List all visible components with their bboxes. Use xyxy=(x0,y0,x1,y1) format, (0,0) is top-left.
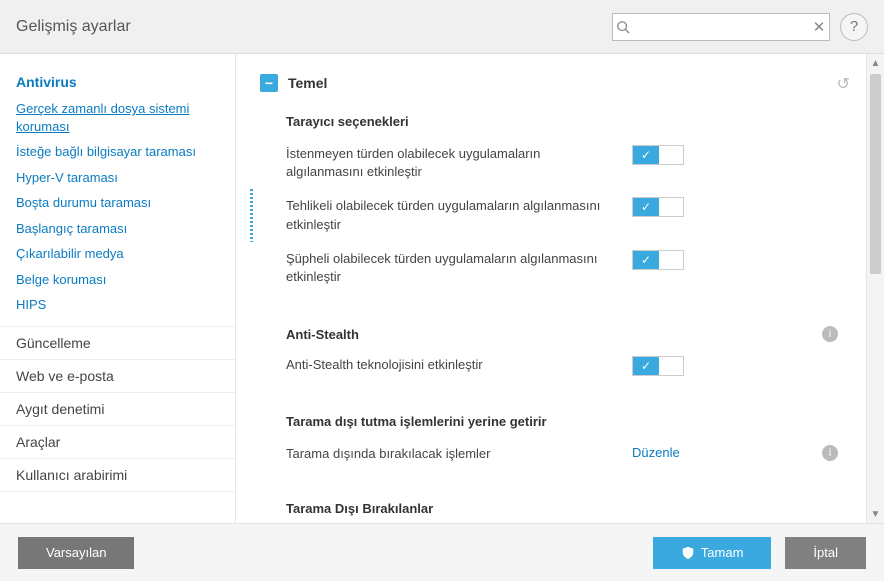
sidebar-item-ondemand[interactable]: İsteğe bağlı bilgisayar taraması xyxy=(0,139,235,165)
row-unwanted-apps: İstenmeyen türden olabilecek uygulamalar… xyxy=(250,137,860,189)
sidebar-cat-tools[interactable]: Araçlar xyxy=(0,426,235,459)
ok-button[interactable]: Tamam xyxy=(653,537,772,569)
toggle-unsafe[interactable]: ✓ xyxy=(632,197,684,217)
group-scanner-options: Tarayıcı seçenekleri xyxy=(250,102,860,137)
sidebar-item-hips[interactable]: HIPS xyxy=(0,292,235,318)
shield-icon xyxy=(681,546,695,560)
cancel-button[interactable]: İptal xyxy=(785,537,866,569)
sidebar: Antivirus Gerçek zamanlı dosya sistemi k… xyxy=(0,54,236,523)
row-suspicious-apps: Şüpheli olabilecek türden uygulamaların … xyxy=(250,242,860,294)
scroll-thumb[interactable] xyxy=(870,74,881,274)
sidebar-item-hyperv[interactable]: Hyper-V taraması xyxy=(0,165,235,191)
sidebar-item-removable[interactable]: Çıkarılabilir medya xyxy=(0,241,235,267)
check-icon: ✓ xyxy=(641,253,651,267)
check-icon: ✓ xyxy=(641,200,651,214)
search-icon xyxy=(613,20,633,34)
page-title: Gelişmiş ayarlar xyxy=(16,18,131,36)
scroll-down-icon[interactable]: ▼ xyxy=(867,505,884,523)
reset-icon[interactable]: ↺ xyxy=(837,74,850,94)
sidebar-cat-antivirus[interactable]: Antivirus xyxy=(0,66,235,96)
toggle-antistealth[interactable]: ✓ xyxy=(632,356,684,376)
edit-link[interactable]: Düzenle xyxy=(632,445,680,460)
row-label: Anti-Stealth teknolojisini etkinleştir xyxy=(286,356,616,374)
sidebar-cat-ui[interactable]: Kullanıcı arabirimi xyxy=(0,459,235,492)
scroll-up-icon[interactable]: ▲ xyxy=(867,54,884,72)
sidebar-cat-device[interactable]: Aygıt denetimi xyxy=(0,393,235,426)
group-exclusion-processes: Tarama dışı tutma işlemlerini yerine get… xyxy=(250,402,860,437)
sidebar-item-realtime[interactable]: Gerçek zamanlı dosya sistemi koruması xyxy=(0,96,235,139)
scrollbar[interactable]: ▲ ▼ xyxy=(866,54,884,523)
collapse-icon[interactable]: − xyxy=(260,74,278,92)
row-label: Tehlikeli olabilecek türden uygulamaları… xyxy=(286,197,616,233)
clear-icon[interactable]: ✕ xyxy=(809,18,829,36)
help-button[interactable]: ? xyxy=(840,13,868,41)
sidebar-cat-update[interactable]: Güncelleme xyxy=(0,327,235,360)
sidebar-cat-web[interactable]: Web ve e-posta xyxy=(0,360,235,393)
info-icon[interactable]: i xyxy=(822,326,838,342)
toggle-suspicious[interactable]: ✓ xyxy=(632,250,684,270)
section-title: Temel xyxy=(288,75,327,91)
default-button[interactable]: Varsayılan xyxy=(18,537,134,569)
row-antistealth-enable: Anti-Stealth teknolojisini etkinleştir ✓ xyxy=(250,348,860,384)
check-icon: ✓ xyxy=(641,148,651,162)
search-input[interactable] xyxy=(633,14,809,40)
row-label: Şüpheli olabilecek türden uygulamaların … xyxy=(286,250,616,286)
sidebar-item-startup[interactable]: Başlangıç taraması xyxy=(0,216,235,242)
check-icon: ✓ xyxy=(641,359,651,373)
sidebar-item-doc[interactable]: Belge koruması xyxy=(0,267,235,293)
row-unsafe-apps: Tehlikeli olabilecek türden uygulamaları… xyxy=(250,189,860,241)
group-antistealth: Anti-Stealth xyxy=(286,327,822,342)
row-excluded-processes: Tarama dışında bırakılacak işlemler Düze… xyxy=(250,437,860,471)
toggle-unwanted[interactable]: ✓ xyxy=(632,145,684,165)
sidebar-item-idle[interactable]: Boşta durumu taraması xyxy=(0,190,235,216)
group-exclusions: Tarama Dışı Bırakılanlar xyxy=(250,489,860,523)
row-label: Tarama dışında bırakılacak işlemler xyxy=(286,445,616,463)
ok-label: Tamam xyxy=(701,545,744,560)
info-icon[interactable]: i xyxy=(822,445,838,461)
content-panel: − Temel ↺ Tarayıcı seçenekleri İstenmeye… xyxy=(236,54,866,523)
search-box[interactable]: ✕ xyxy=(612,13,830,41)
row-label: İstenmeyen türden olabilecek uygulamalar… xyxy=(286,145,616,181)
